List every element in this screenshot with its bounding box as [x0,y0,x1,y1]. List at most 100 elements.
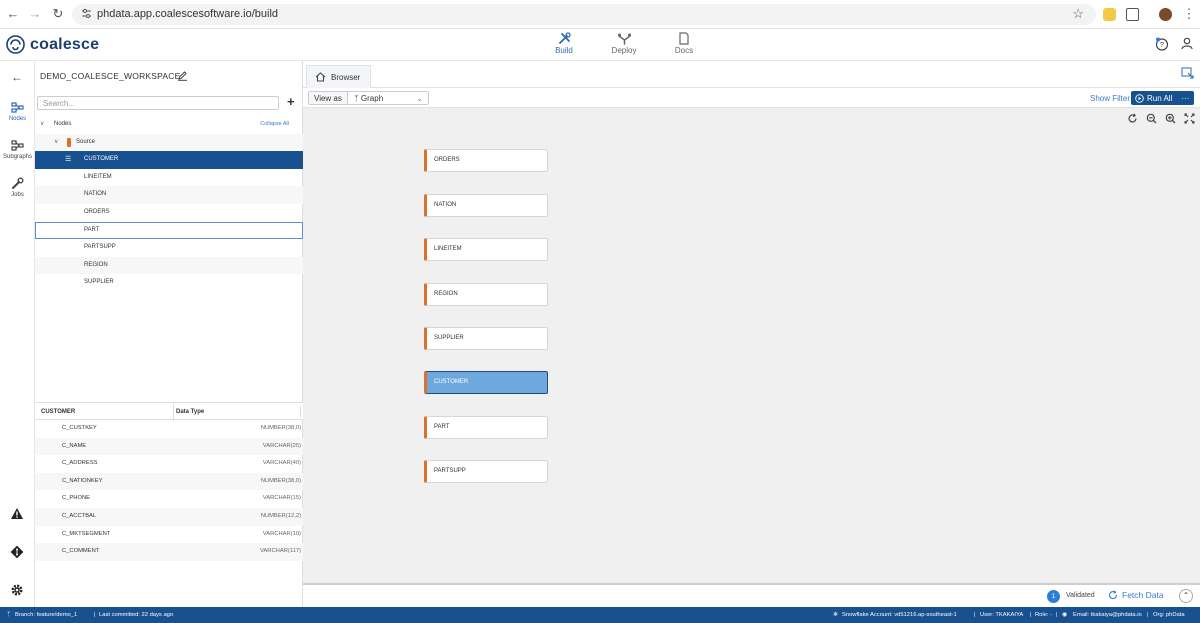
tree-group-label: Source [76,138,96,145]
tree-item-nation[interactable]: NATION [35,186,303,204]
tree-item-label: CUSTOMER [84,156,119,163]
tree-item-partsupp[interactable]: PARTSUPP [35,239,303,257]
refresh-icon [1108,590,1118,600]
zoom-out-icon[interactable] [1146,113,1157,124]
coalesce-logo[interactable]: coalesce [6,35,99,54]
table-grid-icon: ☰ [65,156,72,164]
nav-docs-label: Docs [674,46,694,55]
bookmark-star-icon[interactable]: ☆ [1072,6,1084,22]
column-row[interactable]: C_MKTSEGMENT VARCHAR(10) [35,526,303,544]
tree-item-customer[interactable]: ☰ CUSTOMER [35,151,303,169]
column-row[interactable]: C_PHONE VARCHAR(15) [35,490,303,508]
view-as-label: View as [309,92,348,104]
column-name: C_NAME [62,442,87,449]
run-all-button[interactable]: Run All ··· [1131,91,1194,105]
tree-item-region[interactable]: REGION [35,256,303,275]
nav-build[interactable]: Build [544,32,584,55]
nodes-icon [11,102,24,113]
snowflake-account: Snowflake Account: vd51216.ap-southeast-… [842,612,957,618]
status-bar: ᛉ Branch: feature/demo_1 | Last committe… [0,607,1200,623]
nav-docs[interactable]: Docs [664,32,704,55]
rail-nodes[interactable]: Nodes [0,101,35,122]
graph-node-lineitem[interactable]: LINEITEM [424,238,548,261]
tree-item-orders[interactable]: ORDERS [35,204,303,222]
settings-gear-icon[interactable] [10,583,24,597]
column-row[interactable]: C_ADDRESS VARCHAR(40) [35,455,303,473]
graph-node-nation[interactable]: NATION [424,194,548,217]
tab-browser-label: Browser [331,72,361,82]
user-icon[interactable] [1181,37,1193,50]
expand-panel-icon[interactable]: ⌃ [1179,589,1193,603]
graph-node-region[interactable]: REGION [424,283,548,306]
tree-item-supplier[interactable]: SUPPLIER [35,274,303,292]
browser-menu-icon[interactable]: ⋮ [1181,6,1197,22]
column-resizer[interactable] [300,406,301,418]
forward-arrow-icon[interactable]: → [27,6,43,22]
open-in-panel-icon[interactable] [1181,67,1194,79]
tree-group-source[interactable]: ∨ Source [35,133,303,152]
graph-node-supplier[interactable]: SUPPLIER [424,327,548,350]
column-type: NUMBER(38,0) [260,425,301,431]
reload-icon[interactable]: ↻ [50,6,66,22]
add-node-button[interactable]: + [287,94,295,109]
search-input[interactable] [37,96,279,110]
validated-label[interactable]: Validated [1066,592,1095,599]
nav-deploy-label: Deploy [611,46,637,55]
user-status: User: TKAKAIYA [980,612,1024,618]
fit-screen-icon[interactable] [1184,113,1195,124]
more-options-icon[interactable]: ··· [1181,94,1189,103]
profile-avatar[interactable] [1159,8,1172,21]
graph-node-part[interactable]: PART [424,416,548,439]
column-row[interactable]: C_ACCTBAL NUMBER(12,2) [35,507,303,526]
results-bar: 1 Validated Fetch Data ⌃ [303,583,1200,607]
tab-bar: Browser [303,61,1200,88]
column-row[interactable]: C_COMMENT VARCHAR(117) [35,543,303,561]
divider: | [1030,612,1032,618]
graph-node-partsupp[interactable]: PARTSUPP [424,460,548,483]
chevron-down-icon: ⌄ [416,94,423,103]
tree-item-lineitem[interactable]: LINEITEM [35,169,303,187]
site-settings-icon[interactable] [81,8,92,19]
collapse-all-link[interactable]: Collapse All [260,116,289,134]
tree-root-nodes[interactable]: ∨ Nodes Collapse All [35,116,303,134]
columns-table: CUSTOMER Data Type C_CUSTKEY NUMBER(38,0)… [35,402,303,561]
svg-text:?: ? [1160,42,1164,49]
back-arrow-icon[interactable]: ← [11,70,23,84]
git-icon[interactable] [10,545,24,559]
refresh-icon[interactable] [1127,113,1138,124]
tree-item-label: PARTSUPP [84,244,116,251]
zoom-in-icon[interactable] [1165,113,1176,124]
branch-status[interactable]: Branch: feature/demo_1 [15,607,77,623]
show-filter-link[interactable]: Show Filter [1090,94,1130,103]
tab-browser[interactable]: Browser [306,65,371,88]
data-type-header[interactable]: Data Type [173,403,204,421]
column-row[interactable]: C_NATIONKEY NUMBER(38,0) [35,472,303,491]
edit-pencil-icon[interactable] [177,70,188,81]
graph-node-orders[interactable]: ORDERS [424,149,548,172]
column-name: C_CUSTKEY [62,425,97,431]
rail-jobs[interactable]: Jobs [0,177,35,198]
help-icon[interactable]: ? [1155,37,1169,51]
fetch-data-button[interactable]: Fetch Data [1108,590,1164,600]
chevron-down-icon[interactable]: ∨ [40,116,44,134]
column-name-header[interactable]: CUSTOMER [41,403,75,421]
tree-item-label: SUPPLIER [84,279,114,286]
tree-item-part[interactable]: PART [35,221,303,240]
coalesce-logo-icon [6,35,25,54]
column-name: C_ACCTBAL [62,512,97,519]
rail-subgraphs[interactable]: Subgraphs [0,139,35,160]
tree-item-label: NATION [84,191,107,198]
column-row[interactable]: C_NAME VARCHAR(25) [35,437,303,456]
column-row[interactable]: C_CUSTKEY NUMBER(38,0) [35,420,303,438]
chevron-down-icon[interactable]: ∨ [54,134,58,152]
address-bar[interactable]: phdata.app.coalescesoftware.io/build ☆ [72,4,1096,25]
nav-deploy[interactable]: Deploy [604,32,644,55]
back-arrow-icon[interactable]: ← [5,6,21,22]
warning-icon[interactable] [10,507,24,521]
view-as-select[interactable]: ᛉ Graph ⌄ [348,92,428,104]
extensions-puzzle-icon[interactable] [1126,8,1139,21]
extension-yellow-icon[interactable] [1103,8,1116,21]
graph-node-customer[interactable]: CUSTOMER [424,371,548,394]
column-type: NUMBER(38,0) [260,477,301,484]
fetch-data-label: Fetch Data [1122,590,1164,600]
